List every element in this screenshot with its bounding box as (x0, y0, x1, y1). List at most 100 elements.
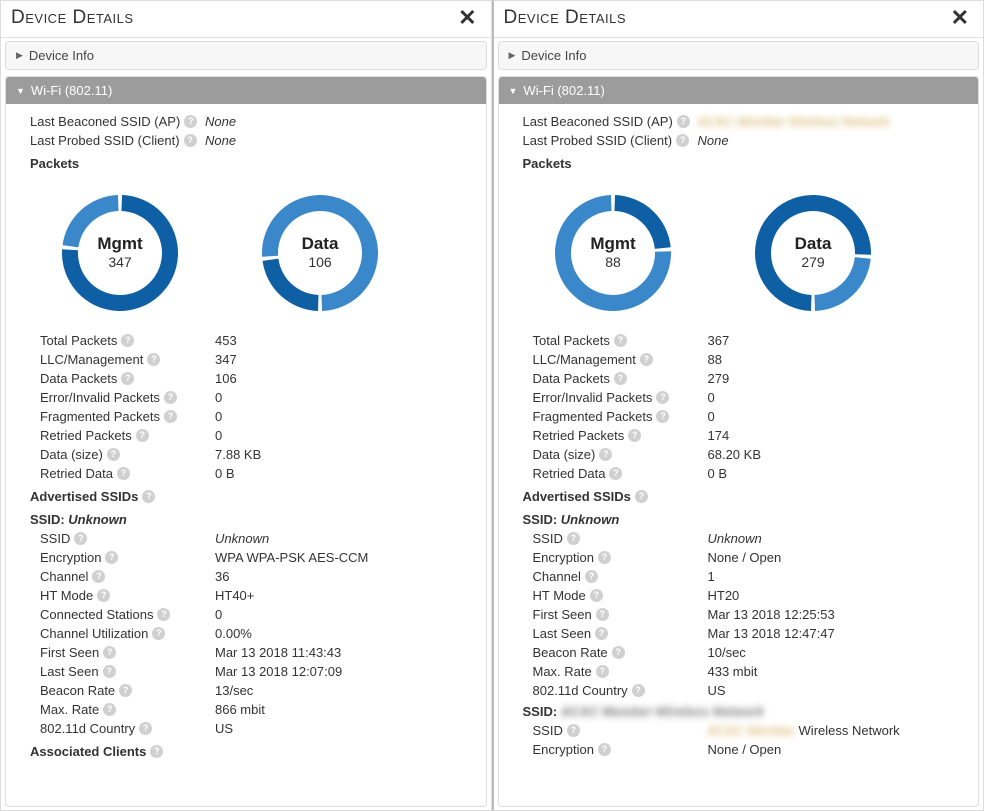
ssid-row-value: WPA WPA-PSK AES-CCM (215, 550, 368, 565)
help-icon[interactable]: ? (74, 532, 87, 545)
ssid-row: Last Seen ?Mar 13 2018 12:47:47 (533, 624, 973, 643)
help-icon[interactable]: ? (136, 429, 149, 442)
accordion-wifi[interactable]: ▼Wi-Fi (802.11) (499, 77, 979, 104)
stat-label: Retried Data (40, 466, 113, 481)
help-icon[interactable]: ? (567, 532, 580, 545)
ssid-row: Beacon Rate ?13/sec (40, 681, 480, 700)
ssid-row-value: HT40+ (215, 588, 254, 603)
close-icon[interactable]: ✕ (454, 7, 480, 29)
ssid-row: Max. Rate ?433 mbit (533, 662, 973, 681)
ssid-row: Connected Stations ?0 (40, 605, 480, 624)
stat-row: Fragmented Packets ?0 (40, 407, 480, 426)
help-icon[interactable]: ? (590, 589, 603, 602)
help-icon[interactable]: ? (164, 391, 177, 404)
help-icon[interactable]: ? (632, 684, 645, 697)
help-icon[interactable]: ? (612, 646, 625, 659)
help-icon[interactable]: ? (164, 410, 177, 423)
stat-value: 106 (215, 371, 237, 386)
help-icon[interactable]: ? (103, 646, 116, 659)
help-icon[interactable]: ? (676, 134, 689, 147)
stat-row: Data (size) ?68.20 KB (533, 445, 973, 464)
ssid-row: Max. Rate ?866 mbit (40, 700, 480, 719)
donut-mgmt: Mgmt347 (50, 183, 190, 323)
stat-value: 367 (708, 333, 730, 348)
heading-advertised-ssids: Advertised SSIDs ? (30, 483, 480, 508)
close-icon[interactable]: ✕ (947, 7, 973, 29)
help-icon[interactable]: ? (150, 745, 163, 758)
ssid-row-label: SSID (533, 723, 563, 738)
stat-row: Data Packets ?279 (533, 369, 973, 388)
label-last-beaconed: Last Beaconed SSID (AP) ? (30, 114, 205, 129)
help-icon[interactable]: ? (97, 589, 110, 602)
accordion-device-info[interactable]: ▶Device Info (499, 42, 979, 69)
accordion-device-info[interactable]: ▶Device Info (6, 42, 486, 69)
ssid-row-label: Encryption (40, 550, 101, 565)
ssid-block-title: SSID: Unknown (523, 508, 973, 529)
wifi-body[interactable]: Last Beaconed SSID (AP) ?NoneLast Probed… (6, 104, 486, 794)
stat-value: 347 (215, 352, 237, 367)
help-icon[interactable]: ? (157, 608, 170, 621)
svg-text:Data: Data (794, 234, 831, 253)
stat-value: 0 (215, 409, 222, 424)
ssid-block-title: SSID: Unknown (30, 508, 480, 529)
stat-label: Error/Invalid Packets (40, 390, 160, 405)
stat-value: 0 B (215, 466, 235, 481)
help-icon[interactable]: ? (103, 703, 116, 716)
help-icon[interactable]: ? (635, 490, 648, 503)
help-icon[interactable]: ? (598, 743, 611, 756)
help-icon[interactable]: ? (567, 724, 580, 737)
help-icon[interactable]: ? (656, 391, 669, 404)
ssid-row-value: US (215, 721, 233, 736)
help-icon[interactable]: ? (598, 551, 611, 564)
stat-label: Data (size) (533, 447, 596, 462)
help-icon[interactable]: ? (121, 334, 134, 347)
chevron-down-icon: ▼ (509, 86, 518, 96)
packet-charts: Mgmt347Data106 (30, 175, 480, 331)
help-icon[interactable]: ? (107, 448, 120, 461)
help-icon[interactable]: ? (105, 551, 118, 564)
help-icon[interactable]: ? (656, 410, 669, 423)
ssid-row: 802.11d Country ?US (40, 719, 480, 738)
accordion-wifi[interactable]: ▼Wi-Fi (802.11) (6, 77, 486, 104)
ssid-row-label: Channel Utilization (40, 626, 148, 641)
stat-row: Retried Data ? 0 B (40, 464, 480, 483)
ssid-block-title: SSID: ACAC Member Wireless Network (523, 700, 973, 721)
panel-title: Device Details (504, 7, 627, 29)
help-icon[interactable]: ? (628, 429, 641, 442)
ssid-row: First Seen ?Mar 13 2018 12:25:53 (533, 605, 973, 624)
stat-row: Retried Packets ?0 (40, 426, 480, 445)
help-icon[interactable]: ? (596, 608, 609, 621)
help-icon[interactable]: ? (139, 722, 152, 735)
stat-row: Retried Data ?0 B (533, 464, 973, 483)
help-icon[interactable]: ? (92, 570, 105, 583)
value-last-probed: None (698, 133, 729, 148)
help-icon[interactable]: ? (677, 115, 690, 128)
help-icon[interactable]: ? (142, 490, 155, 503)
wifi-body[interactable]: Last Beaconed SSID (AP) ?ACAC Member Wir… (499, 104, 979, 794)
stat-row: Data Packets ?106 (40, 369, 480, 388)
help-icon[interactable]: ? (595, 627, 608, 640)
help-icon[interactable]: ? (103, 665, 116, 678)
help-icon[interactable]: ? (147, 353, 160, 366)
heading-packets: Packets (30, 150, 480, 175)
help-icon[interactable]: ? (184, 115, 197, 128)
stat-row: Fragmented Packets ?0 (533, 407, 973, 426)
label-last-probed: Last Probed SSID (Client) ? (30, 133, 205, 148)
help-icon[interactable]: ? (121, 372, 134, 385)
help-icon[interactable]: ? (119, 684, 132, 697)
help-icon[interactable]: ? (614, 372, 627, 385)
help-icon[interactable]: ? (184, 134, 197, 147)
help-icon[interactable]: ? (614, 334, 627, 347)
help-icon[interactable]: ? (596, 665, 609, 678)
help-icon[interactable]: ? (609, 467, 622, 480)
stat-value: 0 (708, 409, 715, 424)
help-icon[interactable]: ? (599, 448, 612, 461)
stat-value: 174 (708, 428, 730, 443)
help-icon[interactable]: ? (585, 570, 598, 583)
help-icon[interactable]: ? (152, 627, 165, 640)
stat-row: Error/Invalid Packets ?0 (533, 388, 973, 407)
help-icon[interactable]: ? (640, 353, 653, 366)
ssid-row: Last Seen ?Mar 13 2018 12:07:09 (40, 662, 480, 681)
help-icon[interactable]: ? (117, 467, 130, 480)
ssid-row: SSID ?Unknown (40, 529, 480, 548)
